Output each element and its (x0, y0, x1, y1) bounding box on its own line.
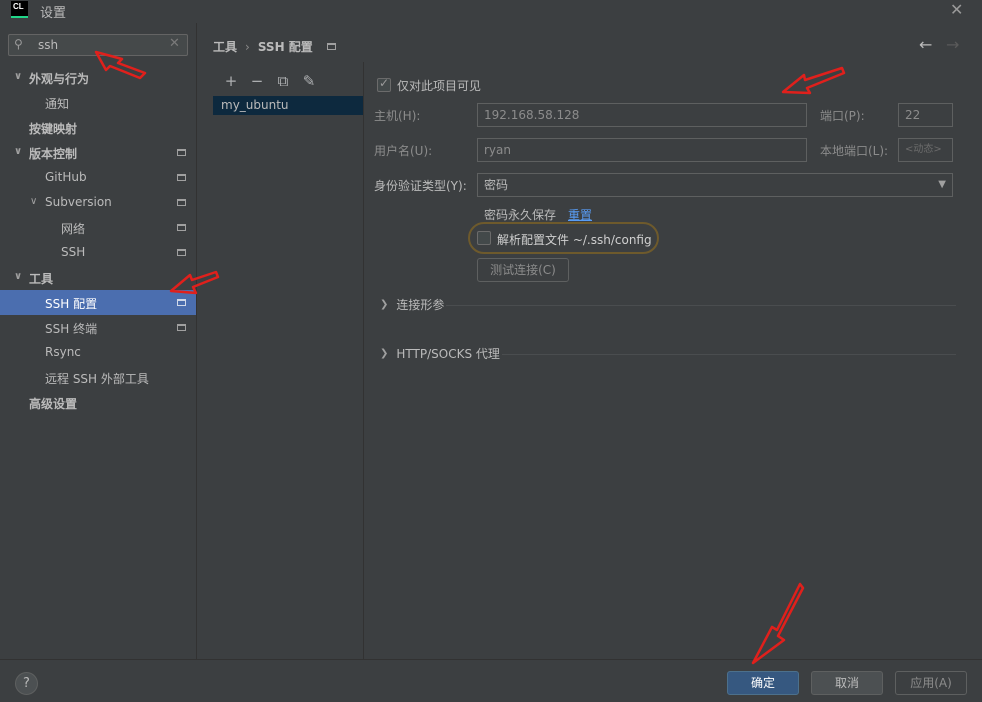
sidebar-item-label: 网络 (61, 222, 86, 236)
sidebar-item-notifications[interactable]: 通知 (0, 90, 196, 115)
project-level-icon (177, 324, 186, 331)
dropdown-arrow-icon: ▼ (938, 179, 946, 190)
project-level-icon (177, 199, 186, 206)
annotation-arrow (781, 66, 846, 95)
copy-icon[interactable]: ⧉ (270, 72, 296, 92)
sidebar-item-subversion[interactable]: ∨ Subversion (0, 190, 196, 215)
sidebar-item-vcs[interactable]: ∨ 版本控制 (0, 140, 196, 165)
host-field[interactable]: 192.168.58.128 (477, 103, 807, 127)
section-connection-params[interactable]: ❯ 连接形参 (380, 296, 444, 313)
back-arrow-icon[interactable]: ← (919, 35, 932, 54)
sidebar-item-label: SSH 配置 (45, 297, 98, 311)
section-label: 连接形参 (396, 298, 445, 312)
search-input[interactable] (38, 37, 158, 53)
search-icon: ⚲ (14, 37, 23, 51)
username-label: 用户名(U): (374, 144, 433, 158)
chevron-down-icon[interactable]: ∨ (14, 271, 22, 282)
breadcrumb-parent[interactable]: 工具 (213, 38, 237, 55)
sidebar-item-network[interactable]: 网络 (0, 215, 196, 240)
test-connection-button[interactable]: 测试连接(C) (477, 258, 569, 282)
annotation-arrow (751, 582, 805, 665)
sidebar-item-label: 版本控制 (29, 147, 78, 161)
sidebar-item-ssh-terminal[interactable]: SSH 终端 (0, 315, 196, 340)
chevron-right-icon: ❯ (380, 299, 389, 310)
project-level-icon (177, 249, 186, 256)
project-level-icon (177, 174, 186, 181)
project-level-icon (177, 224, 186, 231)
divider (502, 354, 956, 355)
auth-type-value: 密码 (484, 178, 509, 192)
chevron-down-icon[interactable]: ∨ (14, 71, 22, 82)
chevron-down-icon[interactable]: ∨ (14, 146, 22, 157)
page-title: SSH 配置 (257, 40, 313, 54)
title-bar: CL 设置 ✕ (0, 0, 982, 22)
app-logo-icon: CL (11, 1, 28, 18)
project-level-icon (326, 43, 336, 50)
sidebar-item-rsync[interactable]: Rsync (0, 340, 196, 365)
visible-only-project-label: 仅对此项目可见 (397, 79, 482, 93)
cancel-button[interactable]: 取消 (811, 671, 883, 695)
section-label: HTTP/SOCKS 代理 (396, 347, 500, 361)
project-level-icon (177, 299, 186, 306)
edit-icon[interactable]: ✎ (296, 72, 322, 92)
sidebar-item-keymap[interactable]: 按键映射 (0, 115, 196, 140)
visible-only-project-checkbox[interactable] (377, 76, 391, 92)
sidebar-item-remote-ssh-tools[interactable]: 远程 SSH 外部工具 (0, 365, 196, 390)
sidebar-item-label: 工具 (29, 272, 54, 286)
sidebar-item-label: GitHub (45, 170, 87, 184)
close-icon[interactable]: ✕ (950, 0, 963, 19)
ok-button[interactable]: 确定 (727, 671, 799, 695)
sidebar-item-label: 通知 (45, 97, 70, 111)
auth-type-select[interactable]: 密码 ▼ (477, 173, 953, 197)
port-field[interactable]: 22 (898, 103, 953, 127)
parse-config-label: 解析配置文件 ~/.ssh/config (497, 233, 652, 247)
project-level-icon (177, 149, 186, 156)
sidebar-item-label: SSH (61, 245, 86, 259)
sidebar-item-label: 高级设置 (29, 397, 78, 411)
forward-arrow-icon[interactable]: → (946, 35, 959, 54)
local-port-field[interactable]: <动态> (898, 138, 953, 162)
clear-search-icon[interactable]: ✕ (169, 36, 180, 51)
sidebar-item-ssh-config[interactable]: SSH 配置 (0, 290, 196, 315)
sidebar-item-appearance[interactable]: ∨ 外观与行为 (0, 65, 196, 90)
help-button[interactable]: ? (15, 672, 38, 695)
remember-password-label: 密码永久保存 (484, 208, 557, 222)
sidebar-item-label: 按键映射 (29, 122, 78, 136)
sidebar-item-label: SSH 终端 (45, 322, 98, 336)
breadcrumb-separator: › (245, 39, 250, 54)
search-box[interactable]: ⚲ ✕ (8, 34, 188, 56)
list-toolbar: + − ⧉ ✎ (218, 72, 322, 92)
chevron-right-icon: ❯ (380, 348, 389, 359)
username-field[interactable]: ryan (477, 138, 807, 162)
remove-icon[interactable]: − (244, 72, 270, 92)
port-label: 端口(P): (820, 109, 865, 123)
sidebar-item-label: 外观与行为 (29, 72, 90, 86)
parse-config-checkbox[interactable] (477, 231, 491, 245)
sidebar-item-github[interactable]: GitHub (0, 165, 196, 190)
ssh-host-list-panel: + − ⧉ ✎ my_ubuntu (198, 62, 364, 659)
host-label: 主机(H): (374, 109, 421, 123)
list-item[interactable]: my_ubuntu (213, 96, 363, 115)
sidebar-item-advanced[interactable]: 高级设置 (0, 390, 196, 415)
dialog-footer: ? 确定 取消 应用(A) (0, 659, 982, 702)
add-icon[interactable]: + (218, 72, 244, 92)
breadcrumb: 工具 › SSH 配置 (213, 38, 336, 55)
sidebar-item-svn-ssh[interactable]: SSH (0, 240, 196, 265)
sidebar-item-label: Subversion (45, 195, 112, 209)
local-port-label: 本地端口(L): (820, 144, 889, 158)
sidebar-item-tools[interactable]: ∨ 工具 (0, 265, 196, 290)
window-title: 设置 (40, 6, 67, 21)
chevron-down-icon[interactable]: ∨ (30, 196, 37, 207)
apply-button[interactable]: 应用(A) (895, 671, 967, 695)
sidebar-item-label: Rsync (45, 345, 81, 359)
sidebar-item-label: 远程 SSH 外部工具 (45, 372, 149, 386)
section-http-proxy[interactable]: ❯ HTTP/SOCKS 代理 (380, 345, 500, 362)
reset-link[interactable]: 重置 (568, 206, 592, 223)
divider (446, 305, 956, 306)
auth-type-label: 身份验证类型(Y): (374, 179, 467, 193)
